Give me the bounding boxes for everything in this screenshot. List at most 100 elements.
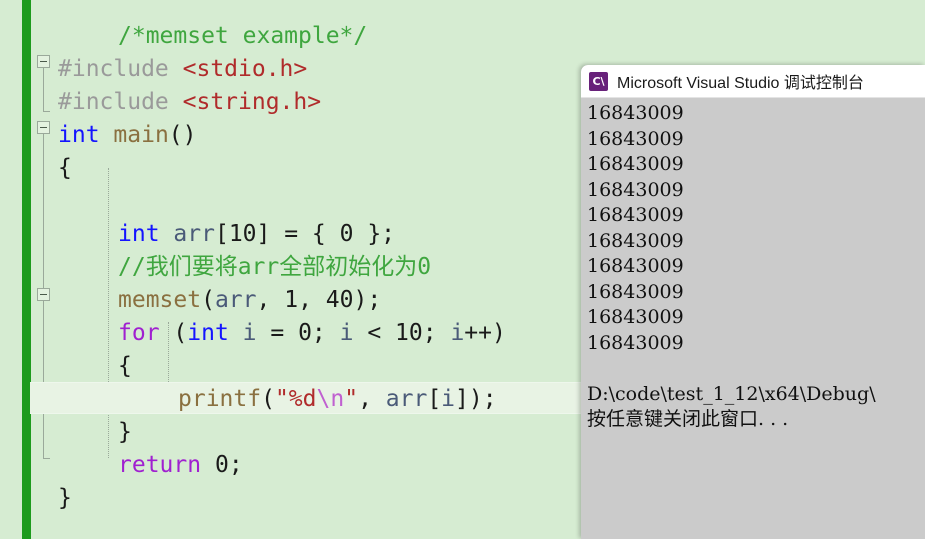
code-token: = xyxy=(256,320,299,346)
fold-toggle-includes[interactable] xyxy=(37,55,50,68)
code-token: i xyxy=(450,320,465,346)
code-token: 1 xyxy=(284,287,299,313)
code-token: , xyxy=(256,287,285,313)
code-token: , xyxy=(298,287,326,313)
console-line: 16843009 xyxy=(587,280,684,303)
code-token: ]); xyxy=(455,386,497,412)
console-titlebar[interactable]: C\ Microsoft Visual Studio 调试控制台 xyxy=(581,65,925,98)
console-line: 16843009 xyxy=(587,229,684,252)
code-token: 0 xyxy=(339,221,354,247)
code-line[interactable]: return 0; xyxy=(118,449,243,482)
code-token: arr xyxy=(173,221,215,247)
code-token: memset xyxy=(118,287,202,313)
code-token: 10 xyxy=(228,221,257,247)
code-token: " xyxy=(344,386,359,412)
code-token: //我们要将arr全部初始化为0 xyxy=(118,254,432,280)
fold-toggle-main[interactable] xyxy=(37,121,50,134)
code-token: ; xyxy=(422,320,451,346)
console-window[interactable]: C\ Microsoft Visual Studio 调试控制台 1684300… xyxy=(581,65,925,539)
code-token: <stdio.h> xyxy=(182,56,308,82)
code-token: int xyxy=(118,221,160,247)
code-token: } xyxy=(118,419,132,445)
console-line: 按任意键关闭此窗口. . . xyxy=(587,408,789,430)
code-token: ( xyxy=(201,287,215,313)
code-line[interactable]: memset(arr, 1, 40); xyxy=(118,284,381,317)
code-token: #include xyxy=(58,89,183,115)
code-line[interactable]: { xyxy=(58,152,72,185)
code-token: \n xyxy=(316,386,345,412)
code-token: ; xyxy=(228,452,243,478)
code-line[interactable]: printf("%d\n", arr[i]); xyxy=(178,383,497,416)
code-token: /*memset example*/ xyxy=(118,23,368,49)
code-line[interactable]: { xyxy=(118,350,132,383)
code-line[interactable]: int arr[10] = { 0 }; xyxy=(118,218,395,251)
fold-guide-end xyxy=(43,111,50,112)
console-line: 16843009 xyxy=(587,127,684,150)
code-token: ); xyxy=(353,287,382,313)
code-token: ; xyxy=(311,320,340,346)
code-line[interactable]: /*memset example*/ xyxy=(118,20,367,53)
code-token: 10 xyxy=(395,320,423,346)
code-token: #include xyxy=(58,56,183,82)
code-line[interactable]: #include <string.h> xyxy=(58,86,321,119)
code-token: ] = { xyxy=(256,221,340,247)
code-token: 40 xyxy=(325,287,354,313)
code-token: return xyxy=(118,452,202,478)
console-line: D:\code\test_1_12\x64\Debug\ xyxy=(587,382,876,405)
code-token: for xyxy=(118,320,160,346)
code-token: arr xyxy=(385,386,428,412)
code-token: () xyxy=(168,122,197,148)
code-token: [ xyxy=(214,221,229,247)
code-token: ( xyxy=(159,320,188,346)
code-token: ++) xyxy=(464,320,506,346)
fold-guide-line xyxy=(43,68,44,111)
console-line: 16843009 xyxy=(587,331,684,354)
change-indicator-strip xyxy=(22,0,31,539)
visual-studio-console-icon: C\ xyxy=(589,71,608,91)
code-token: int xyxy=(187,320,229,346)
code-line[interactable]: for (int i = 0; i < 10; i++) xyxy=(118,317,506,350)
fold-toggle-for[interactable] xyxy=(37,288,50,301)
console-line: 16843009 xyxy=(587,178,684,201)
console-line: 16843009 xyxy=(587,153,684,175)
console-line: 16843009 xyxy=(587,204,684,226)
console-line: 16843009 xyxy=(587,102,684,124)
code-line[interactable]: //我们要将arr全部初始化为0 xyxy=(118,251,431,284)
code-token: "%d xyxy=(274,386,317,412)
code-line[interactable]: int main() xyxy=(58,119,197,152)
code-token: int xyxy=(58,122,100,148)
code-token: 0 xyxy=(214,452,229,478)
screen-root: /*memset example*/#include <stdio.h> #inc… xyxy=(0,0,925,539)
console-line: 16843009 xyxy=(587,255,684,277)
code-token: , xyxy=(358,386,386,412)
code-folding-margin[interactable] xyxy=(31,0,58,539)
console-line: 16843009 xyxy=(587,306,684,328)
code-token: } xyxy=(58,485,72,511)
fold-guide-line xyxy=(43,301,44,388)
console-output[interactable]: 16843009 16843009 16843009 16843009 16843009… xyxy=(581,98,925,539)
code-line[interactable]: #include <stdio.h> xyxy=(58,53,307,86)
code-token: 0 xyxy=(298,320,312,346)
code-token: <string.h> xyxy=(182,89,322,115)
code-token: ( xyxy=(261,386,275,412)
code-line[interactable]: } xyxy=(58,482,72,515)
code-token: arr xyxy=(214,287,257,313)
fold-guide-end xyxy=(43,458,50,459)
code-token: printf xyxy=(178,386,262,412)
code-token: i xyxy=(339,320,354,346)
code-token: { xyxy=(58,155,72,181)
code-token: i xyxy=(441,386,456,412)
code-token: < xyxy=(353,320,396,346)
console-window-title: Microsoft Visual Studio 调试控制台 xyxy=(617,75,864,92)
code-token: i xyxy=(242,320,257,346)
code-line[interactable]: } xyxy=(118,416,132,449)
code-token: { xyxy=(118,353,132,379)
code-token: [ xyxy=(427,386,442,412)
code-token: }; xyxy=(353,221,396,247)
code-token: main xyxy=(113,122,169,148)
